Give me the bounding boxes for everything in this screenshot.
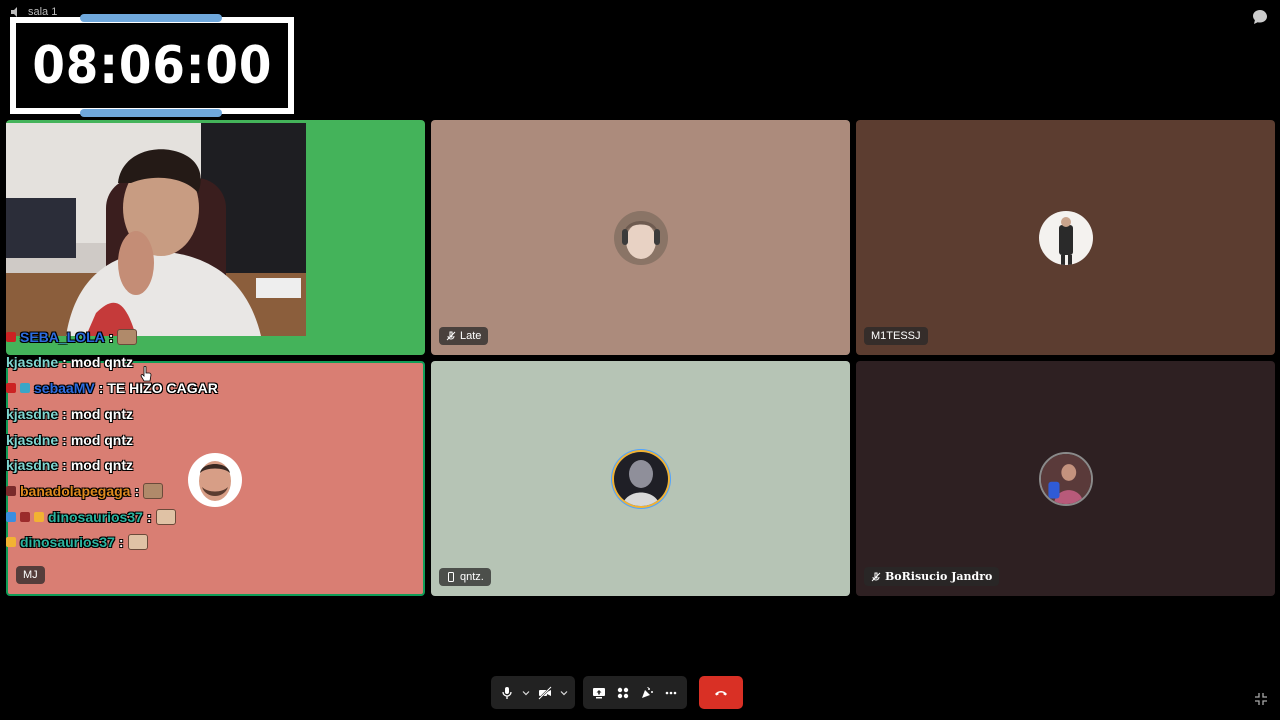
mic-button[interactable] bbox=[495, 676, 519, 709]
participant-name-pill: Late bbox=[439, 327, 489, 345]
mic-muted-icon bbox=[871, 572, 881, 581]
timer-accent-top bbox=[80, 14, 222, 22]
present-screen-icon bbox=[593, 687, 605, 698]
timer-display: 08:06:00 bbox=[16, 23, 288, 108]
webcam-video bbox=[6, 123, 306, 336]
participant-name: qntz. bbox=[460, 571, 484, 583]
participant-avatar bbox=[188, 453, 242, 507]
phone-icon bbox=[448, 572, 454, 582]
apps-button[interactable] bbox=[611, 676, 635, 709]
timer-value: 08:06:00 bbox=[31, 35, 273, 96]
media-controls bbox=[491, 676, 575, 709]
participant-name-pill: MJ bbox=[16, 566, 45, 584]
participant-tile-late[interactable]: Late bbox=[431, 120, 850, 355]
participant-tile-webcam[interactable] bbox=[6, 120, 425, 355]
action-controls bbox=[583, 676, 687, 709]
timer-accent-bottom bbox=[80, 109, 222, 117]
camera-options-dropdown[interactable] bbox=[557, 676, 571, 709]
share-screen-button[interactable] bbox=[587, 676, 611, 709]
participant-avatar bbox=[1038, 451, 1093, 506]
more-options-icon bbox=[665, 691, 677, 694]
apps-icon bbox=[617, 687, 629, 698]
end-call-icon bbox=[715, 690, 727, 695]
participant-avatar bbox=[613, 210, 668, 265]
chat-icon[interactable] bbox=[1252, 9, 1268, 25]
reactions-button[interactable] bbox=[635, 676, 659, 709]
participant-tile-mj[interactable]: MJ bbox=[6, 361, 425, 596]
participant-tile-borisucio-jandro[interactable]: BoRisucio Jandro bbox=[856, 361, 1275, 596]
participant-avatar bbox=[613, 451, 668, 506]
chevron-down-icon bbox=[522, 690, 530, 695]
participant-name: Late bbox=[460, 330, 482, 342]
hand-cursor-icon bbox=[140, 366, 152, 382]
participant-name: MJ bbox=[23, 569, 38, 581]
end-call-button[interactable] bbox=[699, 676, 743, 709]
participant-name-pill: qntz. bbox=[439, 568, 491, 586]
chevron-down-icon bbox=[560, 690, 568, 695]
room-label: sala 1 bbox=[28, 6, 58, 18]
camera-off-icon bbox=[538, 685, 552, 700]
mic-options-dropdown[interactable] bbox=[519, 676, 533, 709]
exit-fullscreen-icon[interactable] bbox=[1254, 692, 1268, 706]
microphone-icon bbox=[502, 686, 512, 699]
participant-name: M1TESSJ bbox=[871, 330, 921, 342]
participant-name-pill: M1TESSJ bbox=[864, 327, 928, 345]
participant-name: BoRisucio Jandro bbox=[885, 570, 993, 583]
participant-avatar bbox=[1038, 210, 1093, 265]
room-indicator: sala 1 bbox=[10, 6, 57, 18]
camera-button[interactable] bbox=[533, 676, 557, 709]
stream-timer: 08:06:00 bbox=[10, 14, 294, 117]
participant-tile-m1tessj[interactable]: M1TESSJ bbox=[856, 120, 1275, 355]
participant-name-pill: BoRisucio Jandro bbox=[864, 567, 1000, 586]
participant-tile-qntz[interactable]: qntz. bbox=[431, 361, 850, 596]
more-options-button[interactable] bbox=[659, 676, 683, 709]
call-controls-toolbar bbox=[491, 676, 743, 709]
speaker-icon bbox=[11, 7, 17, 17]
mic-muted-icon bbox=[446, 331, 456, 341]
reactions-icon bbox=[642, 686, 653, 698]
